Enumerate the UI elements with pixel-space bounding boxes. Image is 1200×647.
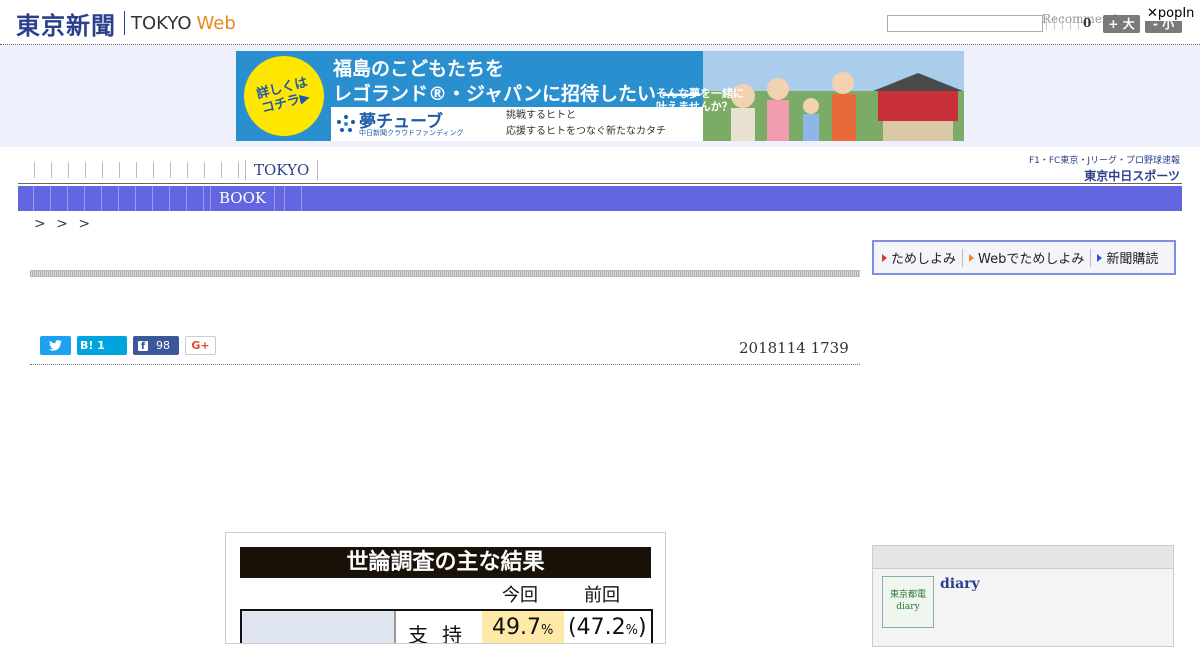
global-nav-items[interactable] xyxy=(34,162,255,178)
article-date: 2018114 1739 xyxy=(739,339,849,357)
arrow-right-icon xyxy=(882,253,887,262)
category-item-book[interactable]: BOOK xyxy=(210,186,276,211)
nav-item-tokyo[interactable]: TOKYO xyxy=(245,160,319,180)
ad-tagline-1: 挑戦するヒトと xyxy=(506,110,576,121)
figure-table-row: 支持 49.7% (47.2%) xyxy=(240,609,653,644)
figure-column-previous: 前回 xyxy=(584,585,620,606)
ad-tagline-2: 応援するヒトをつなぐ新たなカタチ xyxy=(506,126,666,137)
ad-headline-panel: 福島のこどもたちを レゴランド®・ジャパンに招待したい ―― xyxy=(331,51,703,107)
ad-badge-text: 詳しくは コチラ▶ xyxy=(255,75,312,117)
figure-current-number: 49.7 xyxy=(492,615,541,640)
ad-brand: 夢チューブ 中日新聞クラウドファンディング xyxy=(331,107,501,141)
sidebar-panel: 東京都電 diary diary xyxy=(872,545,1174,647)
search-input[interactable] xyxy=(887,15,1043,32)
figure-row-header-cell xyxy=(242,611,396,643)
diary-thumbnail[interactable]: 東京都電 diary xyxy=(882,576,934,628)
promo-subscribe-button[interactable]: 新聞購読 xyxy=(1090,248,1164,267)
ad-brand-subtitle: 中日新聞クラウドファンディング xyxy=(359,129,464,137)
figure-current-unit: % xyxy=(540,623,554,638)
logo-divider xyxy=(124,11,125,35)
sports-link-subtitle: F1・FC東京・Jリーグ・プロ野球速報 xyxy=(1028,156,1180,166)
ad-banner[interactable]: 詳しくは コチラ▶ 福島のこどもたちを レゴランド®・ジャパンに招待したい ――… xyxy=(236,51,964,141)
figure-previous-number: (47.2 xyxy=(568,615,626,640)
category-item-next[interactable] xyxy=(284,186,302,211)
ad-headline-2: レゴランド®・ジャパンに招待したい ―― xyxy=(333,83,701,105)
facebook-icon: f xyxy=(138,340,148,352)
category-items[interactable] xyxy=(33,186,220,211)
ad-left-panel: 詳しくは コチラ▶ xyxy=(236,51,331,141)
article-title-rule xyxy=(30,270,860,277)
ad-details-badge[interactable]: 詳しくは コチラ▶ xyxy=(244,56,324,136)
font-size-large-button[interactable]: + 大 xyxy=(1103,15,1140,33)
sidebar-panel-header xyxy=(873,546,1173,569)
facebook-share-count: 98 xyxy=(156,339,170,352)
logo-web: Web xyxy=(196,12,236,34)
logo-english: TOKYO xyxy=(131,12,192,34)
promo-label: 新聞購読 xyxy=(1106,252,1159,267)
twitter-share-button[interactable] xyxy=(40,336,71,355)
figure-current-value: 49.7% xyxy=(492,615,553,640)
diary-link[interactable]: diary xyxy=(940,576,980,592)
recommend-count: 0 xyxy=(1083,16,1092,30)
figure-previous-close: ) xyxy=(637,615,647,640)
ad-dream-text: そんな夢を一緒に 叶えませんか？ xyxy=(656,87,744,113)
ad-tagline: 挑戦するヒトと 応援するヒトをつなぐ新たなカタチ xyxy=(506,108,666,140)
article-date-rule xyxy=(30,364,860,365)
figure-previous-value: (47.2%) xyxy=(568,615,647,640)
promo-web-trial-button[interactable]: Webでためしよみ xyxy=(962,248,1090,267)
promo-trial-read-button[interactable]: ためしよみ xyxy=(876,249,962,267)
popin-close-button[interactable]: ✕popIn xyxy=(1145,6,1197,21)
article-figure[interactable]: 世論調査の主な結果 今回 前回 支持 49.7% (47.2%) xyxy=(225,532,666,644)
sports-link-title: 東京中日スポーツ xyxy=(1084,169,1180,183)
ad-headline-1: 福島のこどもたちを xyxy=(333,58,505,80)
figure-row-label: 支持 xyxy=(408,623,476,644)
site-logo[interactable]: 東京新聞 TOKYO Web xyxy=(16,8,236,40)
twitter-icon xyxy=(49,340,62,351)
arrow-right-icon xyxy=(1097,253,1103,262)
arrow-right-icon xyxy=(969,253,975,262)
diary-thumbnail-text: 東京都電 diary xyxy=(889,590,926,612)
google-plus-share-button[interactable]: G+ xyxy=(185,336,216,355)
ad-brand-dots-icon xyxy=(337,115,355,132)
figure-column-now: 今回 xyxy=(502,585,538,606)
logo-japanese: 東京新聞 xyxy=(16,11,116,40)
hatena-bookmark-button[interactable]: B! 1 xyxy=(77,336,127,355)
breadcrumb[interactable]: > > > xyxy=(34,216,93,232)
figure-title: 世論調査の主な結果 xyxy=(240,547,651,578)
figure-previous-unit: % xyxy=(625,623,638,638)
facebook-share-button[interactable]: f 98 xyxy=(133,336,179,355)
subscription-promo: ためしよみ Webでためしよみ 新聞購読 xyxy=(872,240,1176,275)
nav-divider xyxy=(18,183,1182,184)
promo-label: Webでためしよみ xyxy=(978,252,1085,267)
chunichi-sports-link[interactable]: F1・FC東京・Jリーグ・プロ野球速報 東京中日スポーツ xyxy=(1024,153,1180,183)
promo-label: ためしよみ xyxy=(891,252,957,267)
